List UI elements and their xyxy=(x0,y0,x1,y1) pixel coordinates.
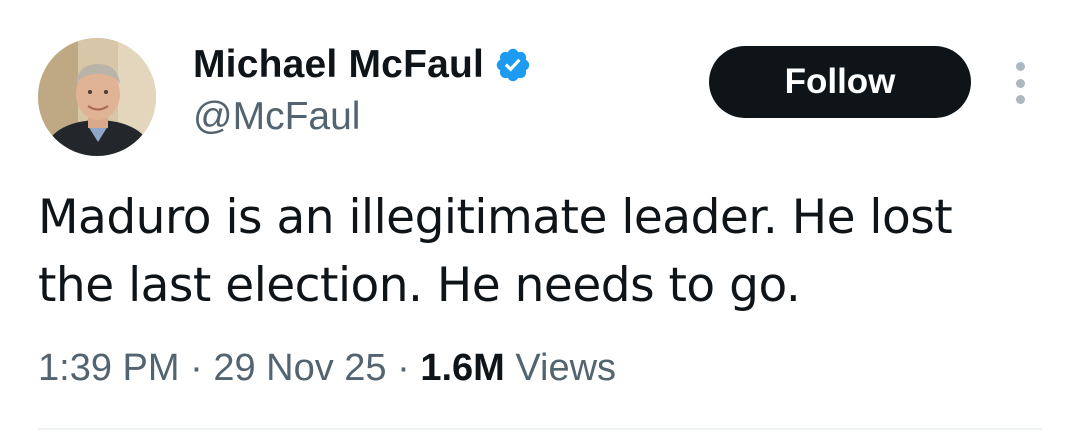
more-dot xyxy=(1015,95,1025,104)
verified-badge-icon xyxy=(496,48,530,82)
author-handle[interactable]: @McFaul xyxy=(193,94,360,140)
author-name-row: Michael McFaul xyxy=(193,42,532,88)
tweet-meta: 1:39 PM · 29 Nov 25 · 1.6M Views xyxy=(38,342,616,394)
divider xyxy=(38,428,1042,430)
meta-separator: · xyxy=(190,347,203,389)
follow-button[interactable]: Follow xyxy=(709,46,971,118)
tweet-time[interactable]: 1:39 PM xyxy=(38,347,180,389)
avatar-photo xyxy=(38,38,156,156)
views-label: Views xyxy=(515,347,617,389)
tweet-text-line: the last election. He needs to go. xyxy=(38,258,801,313)
more-dot xyxy=(1015,78,1025,88)
more-vertical-icon[interactable] xyxy=(1008,62,1032,104)
tweet-date[interactable]: 29 Nov 25 xyxy=(213,347,386,389)
more-dot xyxy=(1015,62,1025,71)
tweet-card: Michael McFaul @McFaul Follow Maduro is … xyxy=(0,0,1080,432)
author-display-name[interactable]: Michael McFaul xyxy=(193,42,484,88)
tweet-text-line: Maduro is an illegitimate leader. He los… xyxy=(38,190,953,245)
avatar[interactable] xyxy=(38,38,156,156)
meta-separator: · xyxy=(397,347,410,389)
views-count: 1.6M xyxy=(420,347,505,389)
tweet-text: Maduro is an illegitimate leader. He los… xyxy=(38,184,1048,320)
